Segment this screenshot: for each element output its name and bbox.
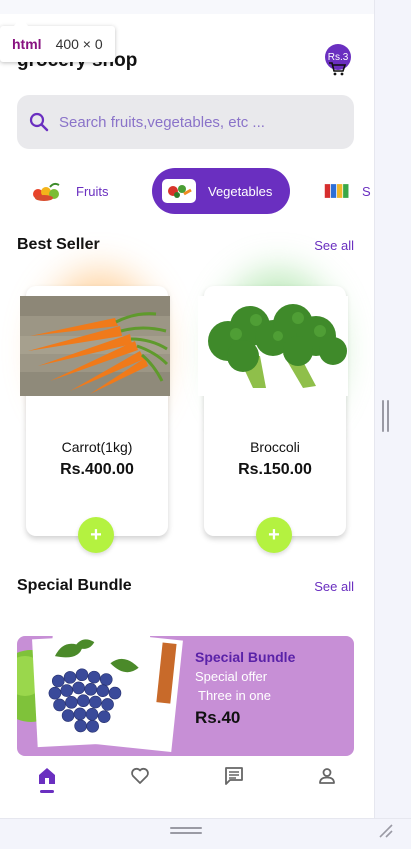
product-card-carrot[interactable]: Carrot(1kg) Rs.400.00	[20, 286, 170, 536]
tooltip-tag: html	[12, 36, 42, 52]
fruits-thumbnail-icon	[33, 182, 60, 201]
special-bundle-heading: Special Bundle	[17, 577, 132, 594]
emulator-bottom-bar	[0, 818, 411, 849]
special-bundle-card[interactable]: Special Bundle Special offer Three in on…	[17, 636, 354, 756]
vertical-resize-handle[interactable]	[381, 400, 389, 434]
product-card-broccoli[interactable]: Broccoli Rs.150.00	[198, 286, 348, 536]
category-label: Vegetables	[208, 183, 273, 199]
product-name: Carrot(1kg)	[61, 439, 133, 455]
tooltip-arrow	[14, 17, 28, 26]
person-icon	[319, 768, 336, 784]
cart-icon[interactable]	[328, 62, 346, 76]
heart-icon	[131, 767, 150, 784]
tooltip-dimensions: 400 × 0	[55, 36, 103, 52]
category-fruits[interactable]: Fruits	[30, 168, 109, 214]
emulator-right-bar	[374, 0, 411, 849]
nav-profile[interactable]	[281, 756, 375, 806]
search-bar[interactable]	[17, 95, 354, 149]
product-price: Rs.150.00	[238, 461, 312, 478]
vegetables-thumbnail-icon	[162, 179, 196, 203]
carrot-image	[20, 296, 170, 396]
nav-favorites[interactable]	[94, 756, 188, 806]
add-to-cart-button[interactable]: +	[78, 517, 114, 553]
search-icon	[29, 112, 49, 132]
bundle-subtitle: Special offer	[195, 669, 268, 684]
home-icon	[38, 768, 55, 784]
best-seller-heading: Best Seller	[17, 236, 100, 253]
special-bundle-see-all-link[interactable]: See all	[314, 579, 354, 594]
category-label: Fruits	[76, 183, 109, 199]
app-screen: grocery shop Rs.3 Fruits Veg	[0, 14, 374, 818]
nav-messages[interactable]	[187, 756, 281, 806]
bundle-title: Special Bundle	[195, 649, 296, 665]
bundle-price: Rs.40	[195, 708, 241, 727]
chat-icon	[224, 767, 243, 785]
best-seller-see-all-link[interactable]: See all	[314, 238, 354, 253]
broccoli-image	[198, 296, 348, 396]
product-price: Rs.400.00	[60, 461, 134, 478]
corner-resize-icon[interactable]	[378, 823, 394, 839]
snacks-thumbnail-icon	[324, 184, 349, 198]
nav-home[interactable]	[0, 756, 94, 806]
devtools-element-tooltip: html 400 × 0	[0, 26, 115, 62]
category-label: S	[362, 183, 371, 199]
category-vegetables[interactable]: Vegetables	[152, 168, 291, 214]
bundle-description: Three in one	[198, 688, 271, 703]
search-input[interactable]	[59, 113, 339, 131]
bottom-navigation	[0, 756, 374, 806]
horizontal-resize-handle[interactable]	[170, 827, 202, 835]
bundle-photos-image	[17, 636, 183, 752]
category-snacks[interactable]: S	[324, 168, 371, 214]
product-name: Broccoli	[250, 439, 300, 455]
active-indicator	[39, 790, 54, 793]
add-to-cart-button[interactable]: +	[256, 517, 292, 553]
